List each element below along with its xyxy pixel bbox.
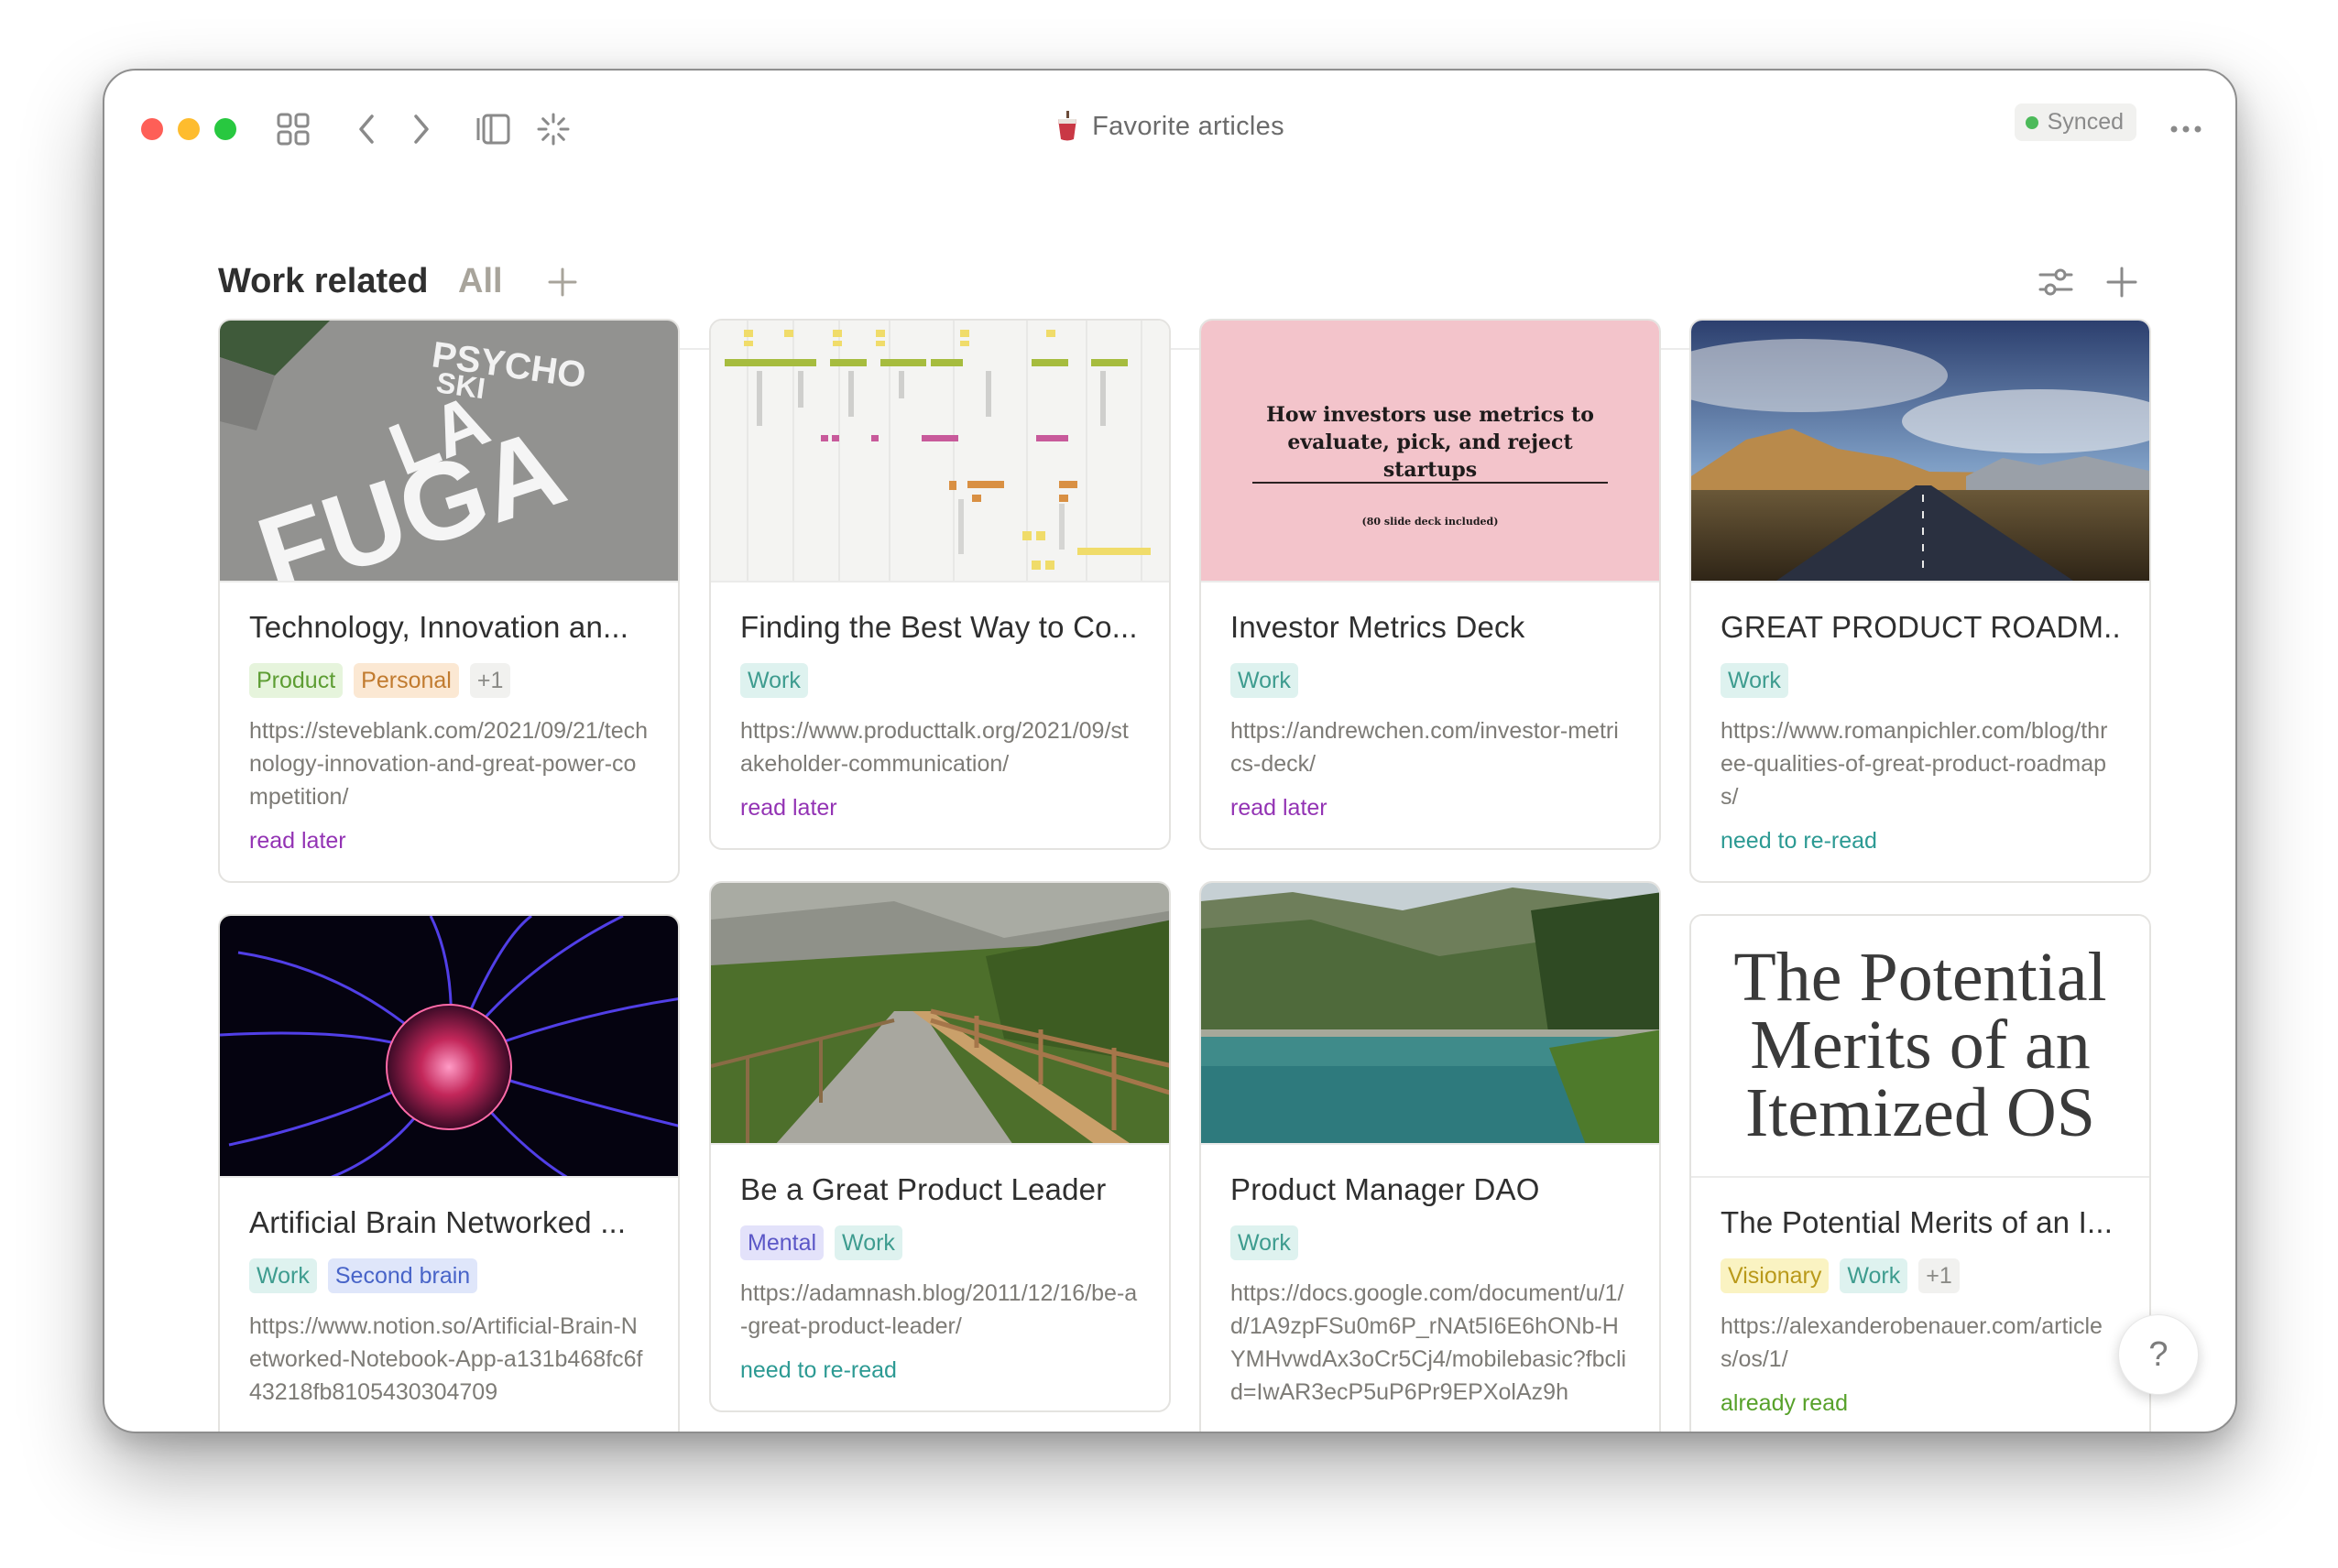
tag: Mental	[740, 1225, 825, 1260]
gallery-card[interactable]: Product Manager DAO Work https://docs.go…	[1199, 881, 1661, 1432]
cover-title-line: Itemized OS	[1744, 1074, 2095, 1151]
card-url: https://docs.google.com/document/u/1/d/1…	[1230, 1280, 1627, 1405]
card-tags: Mental Work	[740, 1225, 1140, 1260]
card-cover-image	[1691, 321, 2149, 583]
card-url: https://alexanderobenauer.com/articles/o…	[1721, 1313, 2103, 1372]
tag: Work	[835, 1225, 902, 1260]
card-title: Technology, Innovation an...	[249, 610, 629, 644]
card-tags: Product Personal +1	[249, 663, 649, 698]
card-status: already read	[1721, 1390, 1848, 1416]
card-status: read later	[249, 828, 346, 854]
sync-status-badge: Synced	[2014, 103, 2136, 141]
card-cover-image	[711, 883, 1169, 1145]
tag: Work	[249, 1258, 317, 1293]
card-tags: Work	[740, 663, 1140, 698]
app-window: Favorite articles Synced Work related Al…	[103, 69, 2237, 1433]
card-cover-image	[220, 916, 678, 1178]
card-tags: Work	[1721, 663, 2120, 698]
tag: Work	[740, 663, 808, 698]
tag: Work	[1721, 663, 1788, 698]
card-tags: Visionary Work +1	[1721, 1258, 2120, 1293]
tag: Personal	[354, 663, 459, 698]
card-cover-image	[711, 321, 1169, 583]
tag: Work	[1230, 663, 1298, 698]
window-title-text: Favorite articles	[1092, 111, 1284, 141]
cover-heading: How investors use metrics to evaluate, p…	[1266, 403, 1594, 482]
card-status: read later	[1230, 795, 1327, 821]
card-tags: Work	[1230, 663, 1630, 698]
card-tags: Work Second brain	[249, 1258, 649, 1293]
title-bar: Favorite articles Synced	[104, 71, 2235, 171]
tag: Second brain	[327, 1258, 478, 1293]
window-title: Favorite articles	[104, 111, 2235, 142]
card-cover-image: PSYCHO SKI LA FUGA	[220, 321, 678, 583]
card-tags: Work	[1230, 1225, 1630, 1260]
gallery-card[interactable]: Be a Great Product Leader Mental Work ht…	[709, 881, 1171, 1412]
tag-overflow-count: +1	[469, 663, 511, 698]
card-title: The Potential Merits of an I...	[1721, 1205, 2114, 1239]
card-title: Product Manager DAO	[1230, 1172, 1540, 1206]
card-title: Be a Great Product Leader	[740, 1172, 1107, 1206]
card-url: https://andrewchen.com/investor-metrics-…	[1230, 718, 1619, 777]
cover-title-line: Merits of an	[1750, 1007, 2091, 1083]
card-title: GREAT PRODUCT ROADM...	[1721, 610, 2120, 644]
add-view-icon[interactable]	[537, 256, 588, 308]
card-cover-image: The Potential Merits of an Itemized OS	[1691, 916, 2149, 1178]
tag: Work	[1840, 1258, 1908, 1293]
tag: Work	[1230, 1225, 1298, 1260]
more-options-icon[interactable]	[2164, 107, 2208, 151]
tab-work-related[interactable]: Work related	[218, 262, 428, 301]
card-url: https://steveblank.com/2021/09/21/techno…	[249, 718, 648, 810]
help-button[interactable]: ?	[2118, 1314, 2199, 1395]
tag: Product	[249, 663, 344, 698]
cover-title: The Potential Merits of an Itemized OS	[1691, 939, 2149, 1151]
cover-divider	[1252, 482, 1608, 484]
new-item-icon[interactable]	[2096, 256, 2147, 308]
card-url: https://www.producttalk.org/2021/09/stak…	[740, 718, 1129, 777]
gallery-card[interactable]: Finding the Best Way to Co... Work https…	[709, 319, 1171, 850]
filter-settings-icon[interactable]	[2030, 256, 2081, 308]
gallery-card[interactable]: Artificial Brain Networked ... Work Seco…	[218, 914, 680, 1432]
gallery-card[interactable]: The Potential Merits of an Itemized OS T…	[1689, 914, 2151, 1432]
card-title: Investor Metrics Deck	[1230, 610, 1525, 644]
card-cover-image: How investors use metrics to evaluate, p…	[1201, 321, 1659, 583]
card-status: need to re-read	[1721, 828, 1877, 854]
sync-dot-icon	[2025, 115, 2038, 129]
cup-icon	[1058, 111, 1077, 141]
gallery-card[interactable]: How investors use metrics to evaluate, p…	[1199, 319, 1661, 850]
card-url: https://adamnash.blog/2011/12/16/be-a-gr…	[740, 1280, 1138, 1339]
gallery-card[interactable]: PSYCHO SKI LA FUGA Technology, Innovatio…	[218, 319, 680, 883]
card-title: Finding the Best Way to Co...	[740, 610, 1138, 644]
card-title: Artificial Brain Networked ...	[249, 1205, 627, 1239]
tab-all[interactable]: All	[458, 262, 503, 301]
gallery-card[interactable]: GREAT PRODUCT ROADM... Work https://www.…	[1689, 319, 2151, 883]
tag-overflow-count: +1	[1918, 1258, 1960, 1293]
sync-status-label: Synced	[2047, 109, 2124, 135]
card-url: https://www.notion.so/Artificial-Brain-N…	[249, 1313, 643, 1405]
card-cover-image	[1201, 883, 1659, 1145]
card-status: read later	[740, 795, 837, 821]
cover-title-line: The Potential	[1733, 939, 2107, 1016]
tag: Visionary	[1721, 1258, 1830, 1293]
card-status: need to re-read	[740, 1357, 897, 1383]
card-url: https://www.romanpichler.com/blog/three-…	[1721, 718, 2108, 810]
cover-subtitle: (80 slide deck included)	[1361, 516, 1499, 528]
